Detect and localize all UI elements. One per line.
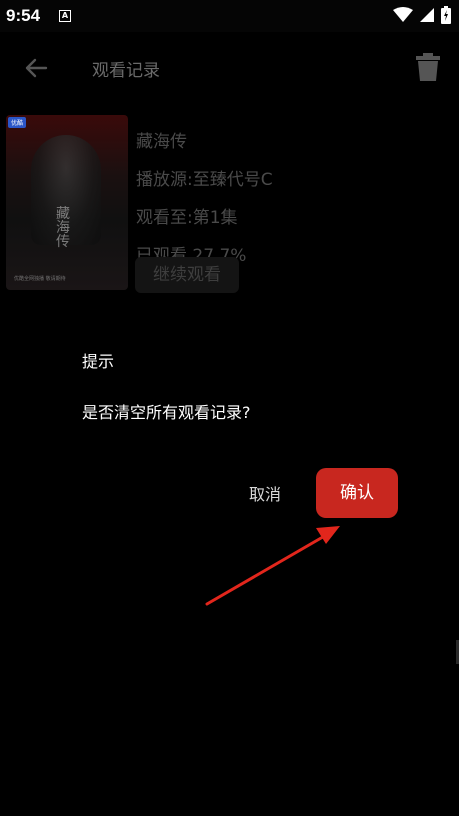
trash-icon[interactable] bbox=[415, 52, 441, 82]
poster-badge: 优酷 bbox=[8, 117, 27, 128]
poster-image[interactable]: 优酷 藏海传 优酷全网独播 敬请期待 bbox=[6, 115, 128, 290]
poster-title: 藏海传 bbox=[56, 206, 70, 250]
dialog-message: 是否清空所有观看记录? bbox=[82, 403, 251, 422]
cancel-button[interactable]: 取消 bbox=[240, 480, 290, 510]
arrow-left-icon[interactable] bbox=[22, 54, 50, 82]
app-bar: 观看记录 bbox=[0, 32, 459, 102]
notification-icon: A bbox=[59, 10, 71, 22]
status-time: 9:54 bbox=[6, 6, 41, 25]
battery-icon bbox=[441, 6, 451, 24]
signal-icon bbox=[420, 8, 434, 22]
wifi-icon bbox=[393, 7, 413, 22]
poster-footer: 优酷全网独播 敬请期待 bbox=[14, 276, 66, 282]
dialog-title: 提示 bbox=[82, 352, 115, 371]
status-icons bbox=[393, 6, 451, 24]
confirm-button[interactable]: 确认 bbox=[316, 468, 398, 518]
status-bar: 9:54 A bbox=[0, 0, 459, 32]
play-source: 播放源:至臻代号C bbox=[136, 170, 273, 190]
page-title: 观看记录 bbox=[92, 61, 160, 81]
history-item[interactable]: 优酷 藏海传 优酷全网独播 敬请期待 藏海传 播放源:至臻代号C 观看至:第1集… bbox=[6, 115, 456, 295]
watched-episode: 观看至:第1集 bbox=[136, 208, 238, 228]
continue-watching-button[interactable]: 继续观看 bbox=[135, 257, 239, 293]
show-title: 藏海传 bbox=[136, 132, 187, 152]
